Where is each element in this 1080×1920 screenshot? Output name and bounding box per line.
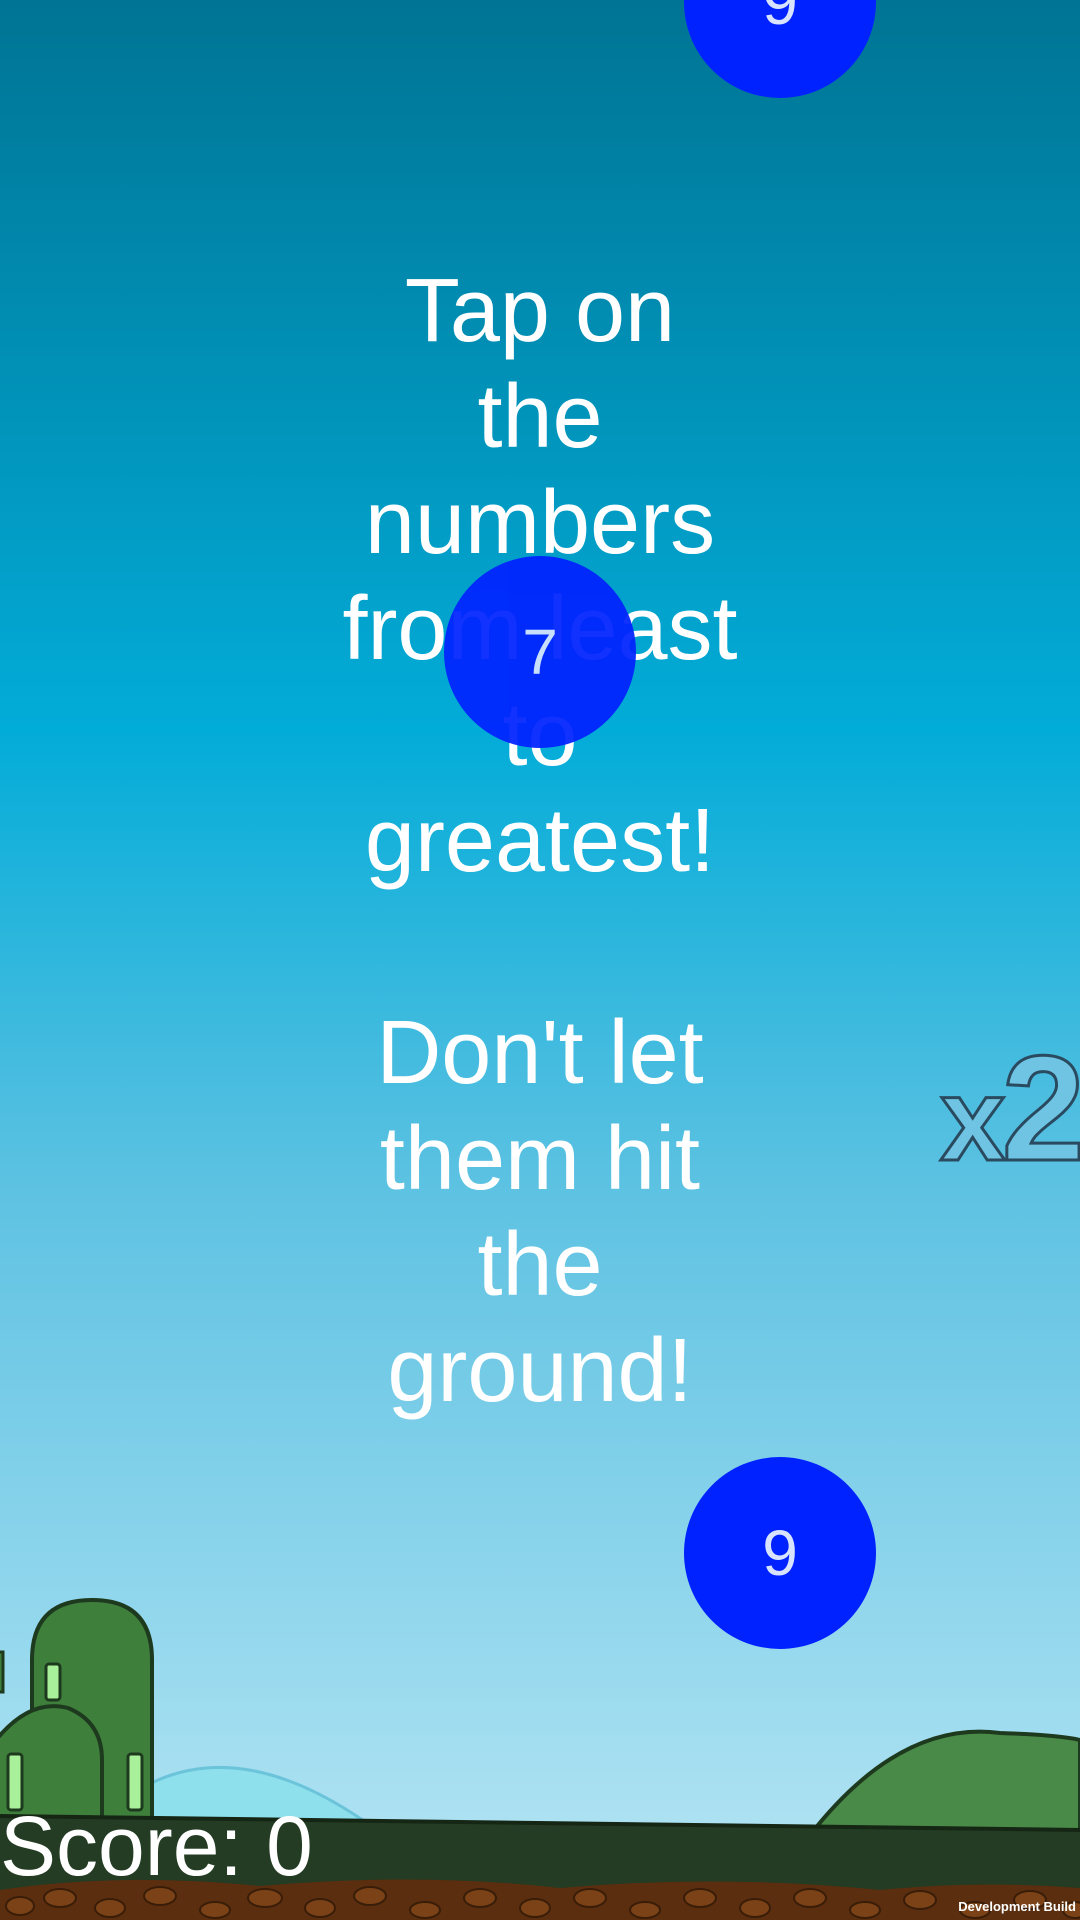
score-label: Score: 0: [0, 1799, 313, 1893]
multiplier-x: x: [939, 1053, 1008, 1188]
game-screen[interactable]: 9 Tap on the numbers from least to great…: [0, 0, 1080, 1920]
pipe-window: [44, 1662, 62, 1702]
hill-right: [805, 1729, 1080, 1843]
instructions-text: Tap on the numbers from least to greates…: [330, 258, 750, 1424]
number-ball[interactable]: 7: [444, 556, 636, 748]
instruction-ground: Don't let them hit the ground!: [376, 1003, 704, 1421]
multiplier-value: 2: [1000, 1023, 1080, 1194]
development-build-label: Development Build: [958, 1899, 1076, 1914]
pipe-edge: [0, 1650, 5, 1694]
multiplier-badge: x2: [939, 1022, 1080, 1195]
number-ball[interactable]: 9: [684, 1457, 876, 1649]
